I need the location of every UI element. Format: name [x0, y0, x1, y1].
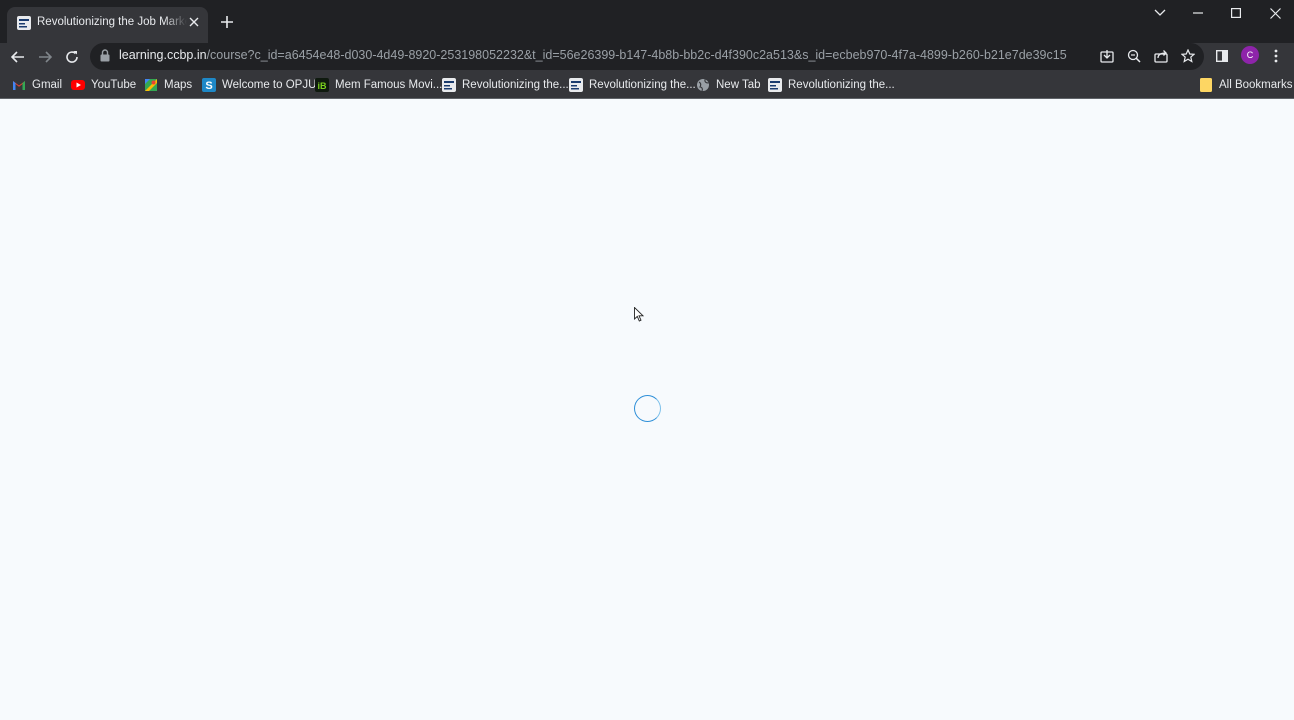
all-bookmarks-label: All Bookmarks [1219, 79, 1293, 91]
url-host: learning.ccbp.in [119, 48, 207, 62]
page-content [0, 100, 1294, 720]
ccbp-favicon-icon [17, 16, 31, 30]
bookmark-star-icon[interactable] [1179, 47, 1197, 65]
bookmarks-bar: Gmail YouTube Maps S Welcome to OPJU iB … [0, 71, 1294, 99]
tab-strip: Revolutionizing the Job Market | CCBP [0, 0, 1294, 43]
forward-arrow-icon[interactable] [33, 45, 57, 69]
opju-icon: S [202, 78, 216, 92]
gmail-icon [12, 78, 26, 92]
bookmark-label: Mem Famous Movi... [335, 79, 443, 91]
active-tab[interactable]: Revolutionizing the Job Market | CCBP [7, 7, 208, 43]
bookmark-revolutionizing-2[interactable]: Revolutionizing the... [569, 76, 696, 94]
youtube-icon [71, 78, 85, 92]
new-tab-icon[interactable] [217, 12, 237, 32]
bookmark-revolutionizing-3[interactable]: Revolutionizing the... [768, 76, 895, 94]
bookmark-label: Revolutionizing the... [462, 79, 569, 91]
bookmark-youtube[interactable]: YouTube [71, 76, 136, 94]
profile-avatar[interactable]: C [1241, 46, 1259, 64]
all-bookmarks-button[interactable]: All Bookmarks [1199, 76, 1293, 94]
bookmark-label: Welcome to OPJU [222, 79, 317, 91]
more-menu-icon[interactable] [1266, 46, 1286, 66]
bookmark-label: New Tab [716, 79, 761, 91]
mouse-cursor-icon [634, 306, 645, 322]
svg-text:iB: iB [318, 81, 328, 91]
url-path: /course?c_id=a6454e48-d030-4d49-8920-253… [206, 48, 1067, 62]
tab-title: Revolutionizing the Job Market | CCBP [37, 16, 187, 28]
loading-spinner-icon [634, 395, 661, 422]
reload-icon[interactable] [60, 45, 84, 69]
bookmark-label: Revolutionizing the... [788, 79, 895, 91]
bookmark-opju[interactable]: S Welcome to OPJU [202, 76, 316, 94]
side-panel-icon[interactable] [1212, 46, 1232, 66]
back-arrow-icon[interactable] [6, 45, 30, 69]
bookmark-label: YouTube [91, 79, 137, 91]
bookmark-new-tab[interactable]: New Tab [696, 76, 761, 94]
minimize-icon[interactable] [1188, 3, 1208, 23]
address-bar[interactable]: learning.ccbp.in/course?c_id=a6454e48-d0… [90, 43, 1204, 70]
bookmark-movies[interactable]: iB Mem Famous Movi... [315, 76, 442, 94]
globe-icon [696, 78, 710, 92]
browser-toolbar: learning.ccbp.in/course?c_id=a6454e48-d0… [0, 43, 1294, 71]
tab-search-chevron-down-icon[interactable] [1150, 3, 1170, 23]
maps-icon [144, 78, 158, 92]
zoom-icon[interactable] [1125, 47, 1143, 65]
ccbp-icon [569, 78, 583, 92]
svg-text:S: S [205, 80, 212, 92]
bookmark-gmail[interactable]: Gmail [12, 76, 62, 94]
close-tab-icon[interactable] [186, 14, 202, 30]
ibomma-icon: iB [315, 78, 329, 92]
ccbp-icon [442, 78, 456, 92]
share-icon[interactable] [1152, 47, 1170, 65]
folder-icon [1199, 78, 1213, 92]
bookmark-revolutionizing-1[interactable]: Revolutionizing the... [442, 76, 569, 94]
ccbp-icon [768, 78, 782, 92]
lock-icon[interactable] [100, 49, 112, 63]
bookmark-maps[interactable]: Maps [144, 76, 192, 94]
install-app-icon[interactable] [1098, 47, 1116, 65]
url-text[interactable]: learning.ccbp.in/course?c_id=a6454e48-d0… [119, 48, 1067, 62]
bookmark-label: Revolutionizing the... [589, 79, 696, 91]
maximize-icon[interactable] [1226, 3, 1246, 23]
close-window-icon[interactable] [1265, 3, 1285, 23]
bookmark-label: Maps [164, 79, 193, 91]
bookmark-label: Gmail [32, 79, 63, 91]
